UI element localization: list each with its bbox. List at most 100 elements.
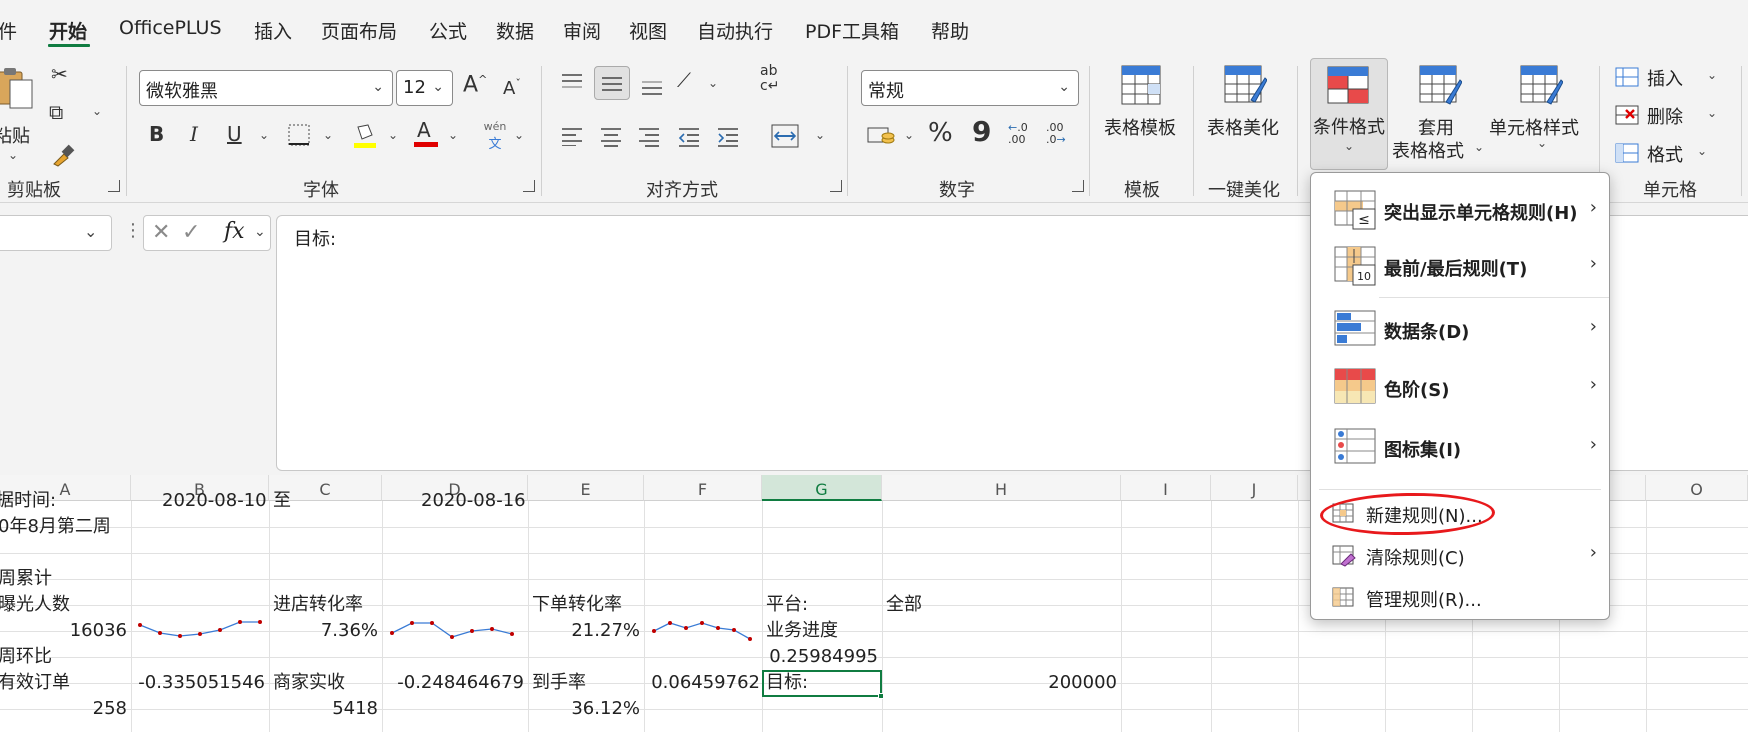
align-left-icon[interactable] xyxy=(560,126,584,146)
cell-g6[interactable]: 业务进度 xyxy=(766,618,838,644)
align-center-icon[interactable] xyxy=(599,126,623,148)
font-color-dropdown-icon[interactable]: ⌄ xyxy=(448,128,458,142)
insert-function-icon[interactable]: fx xyxy=(224,219,245,244)
tab-formulas[interactable]: 公式 xyxy=(429,17,467,44)
menu-item-icon-sets[interactable]: 图标集(I) › xyxy=(1311,421,1609,477)
cell-e9[interactable]: 36.12% xyxy=(528,696,640,722)
cell-a2[interactable]: 0年8月第二周 xyxy=(0,514,111,540)
align-bottom-icon[interactable] xyxy=(640,76,664,96)
column-header-h[interactable]: H xyxy=(882,475,1121,501)
italic-button[interactable]: I xyxy=(190,124,198,144)
merge-dropdown-icon[interactable]: ⌄ xyxy=(815,128,825,142)
borders-icon[interactable] xyxy=(287,123,311,147)
grow-font-icon[interactable]: A^ xyxy=(463,74,487,96)
menu-item-color-scales[interactable]: 色阶(S) › xyxy=(1311,361,1609,417)
align-top-icon[interactable] xyxy=(560,72,584,92)
name-box[interactable]: ⌄ xyxy=(0,215,112,251)
cell-b1[interactable]: 2020-08-10 xyxy=(162,488,267,514)
cell-d8[interactable]: -0.248464679 xyxy=(382,670,524,696)
comma-style-button[interactable]: 9 xyxy=(972,118,991,146)
menu-item-clear-rules[interactable]: 清除规则(C) › xyxy=(1311,535,1609,575)
phonetic-guide-button[interactable]: wén 文 xyxy=(480,120,510,152)
decrease-indent-icon[interactable] xyxy=(677,126,701,148)
orientation-icon[interactable]: ⟋ xyxy=(677,70,691,90)
insert-cells-button[interactable]: 插入 ⌄ xyxy=(1614,64,1724,92)
menu-item-data-bars[interactable]: 数据条(D) › xyxy=(1311,301,1609,357)
column-header-o[interactable]: O xyxy=(1646,475,1748,501)
paste-button[interactable]: 粘贴 ⌄ xyxy=(0,66,42,166)
column-header-i[interactable]: I xyxy=(1121,475,1211,501)
table-beautify-button[interactable]: 表格美化 xyxy=(1203,64,1287,144)
font-name-select[interactable]: 微软雅黑 ⌄ xyxy=(139,70,393,106)
format-painter-icon[interactable] xyxy=(50,142,76,168)
menu-item-highlight-cell-rules[interactable]: ≤ 突出显示单元格规则(H) › xyxy=(1311,183,1609,237)
table-template-button[interactable]: 表格模板 xyxy=(1100,64,1184,144)
formula-bar-options-icon[interactable]: ⋮ xyxy=(124,220,142,241)
font-size-select[interactable]: 12 ⌄ xyxy=(396,70,453,106)
cell-g5[interactable]: 平台: xyxy=(766,592,808,618)
tab-review[interactable]: 审阅 xyxy=(563,17,601,44)
phonetic-dropdown-icon[interactable]: ⌄ xyxy=(514,128,524,142)
format-as-table-button[interactable]: 套用 表格格式 ⌄ xyxy=(1392,64,1488,164)
tab-view[interactable]: 视图 xyxy=(629,17,667,44)
tab-pdf-tools[interactable]: PDF工具箱 xyxy=(805,17,899,44)
align-right-icon[interactable] xyxy=(637,126,661,148)
font-launcher-icon[interactable] xyxy=(523,180,535,192)
tab-data[interactable]: 数据 xyxy=(496,17,534,44)
conditional-formatting-button[interactable]: 条件格式 ⌄ xyxy=(1310,58,1388,170)
clipboard-launcher-icon[interactable] xyxy=(108,180,120,192)
cell-c9[interactable]: 5418 xyxy=(269,696,378,722)
cell-f8[interactable]: 0.06459762 xyxy=(644,670,760,696)
decrease-decimal-button[interactable]: .00 .0→ xyxy=(1046,122,1076,146)
cell-a8[interactable]: 有效订单 xyxy=(0,670,70,696)
cancel-icon[interactable]: ✕ xyxy=(152,220,170,245)
cell-e8[interactable]: 到手率 xyxy=(532,670,586,696)
accounting-dropdown-icon[interactable]: ⌄ xyxy=(904,128,914,142)
tab-automate[interactable]: 自动执行 xyxy=(697,17,773,44)
borders-dropdown-icon[interactable]: ⌄ xyxy=(323,128,333,142)
cell-a5[interactable]: 曝光人数 xyxy=(0,592,70,618)
cell-c5[interactable]: 进店转化率 xyxy=(273,592,363,618)
menu-item-top-bottom-rules[interactable]: 10 最前/最后规则(T) › xyxy=(1311,239,1609,293)
cell-a9[interactable]: 258 xyxy=(0,696,127,722)
fill-color-icon[interactable] xyxy=(352,121,378,149)
tab-help[interactable]: 帮助 xyxy=(931,17,969,44)
number-format-select[interactable]: 常规 ⌄ xyxy=(861,70,1079,106)
column-header-g[interactable]: G xyxy=(762,475,882,501)
alignment-launcher-icon[interactable] xyxy=(830,180,842,192)
tab-file[interactable]: 件 xyxy=(0,17,17,44)
format-cells-button[interactable]: 格式 ⌄ xyxy=(1614,140,1724,168)
tab-home[interactable]: 开始 xyxy=(49,17,87,44)
copy-dropdown-icon[interactable]: ⌄ xyxy=(92,104,102,118)
increase-decimal-button[interactable]: ←.0 .00 xyxy=(1008,122,1038,146)
tab-officeplus[interactable]: OfficePLUS xyxy=(119,17,222,39)
percent-button[interactable]: % xyxy=(928,120,953,146)
accounting-format-icon[interactable] xyxy=(866,124,896,148)
cell-h8[interactable]: 200000 xyxy=(882,670,1117,696)
cell-e5[interactable]: 下单转化率 xyxy=(532,592,622,618)
cut-icon[interactable]: ✂ xyxy=(51,64,68,84)
copy-icon[interactable]: ⧉ xyxy=(49,102,63,122)
cell-a4[interactable]: 周累计 xyxy=(0,566,52,592)
fill-color-dropdown-icon[interactable]: ⌄ xyxy=(388,128,398,142)
shrink-font-icon[interactable]: Aˇ xyxy=(503,78,521,98)
column-header-f[interactable]: F xyxy=(644,475,762,501)
menu-item-manage-rules[interactable]: 管理规则(R)... xyxy=(1311,577,1609,617)
tab-insert[interactable]: 插入 xyxy=(254,17,292,44)
tab-page-layout[interactable]: 页面布局 xyxy=(321,17,397,44)
cell-a7[interactable]: 周环比 xyxy=(0,644,52,670)
cell-a1[interactable]: 据时间: xyxy=(0,488,56,514)
active-cell-selection[interactable] xyxy=(762,670,884,699)
bold-button[interactable]: B xyxy=(149,124,164,144)
cell-b8[interactable]: -0.335051546 xyxy=(131,670,265,696)
cell-h5[interactable]: 全部 xyxy=(886,592,922,618)
align-middle-button[interactable] xyxy=(594,66,630,100)
cell-a6[interactable]: 16036 xyxy=(0,618,127,644)
cell-d1[interactable]: 2020-08-16 xyxy=(421,488,526,514)
wrap-text-icon[interactable]: ab c↵ xyxy=(760,64,792,100)
delete-cells-button[interactable]: 删除 ⌄ xyxy=(1614,102,1724,130)
underline-button[interactable]: U xyxy=(227,124,242,144)
column-header-j[interactable]: J xyxy=(1211,475,1298,501)
cell-g7[interactable]: 0.25984995 xyxy=(762,644,878,670)
orientation-dropdown-icon[interactable]: ⌄ xyxy=(708,76,718,90)
